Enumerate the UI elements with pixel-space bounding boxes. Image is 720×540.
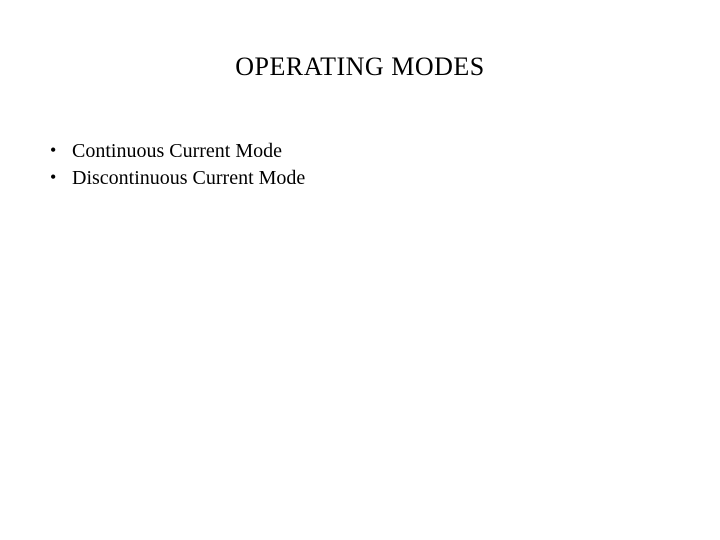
list-item: Continuous Current Mode [50, 138, 305, 165]
list-item: Discontinuous Current Mode [50, 165, 305, 192]
slide-title: OPERATING MODES [0, 52, 720, 82]
bullet-list: Continuous Current Mode Discontinuous Cu… [50, 138, 305, 192]
